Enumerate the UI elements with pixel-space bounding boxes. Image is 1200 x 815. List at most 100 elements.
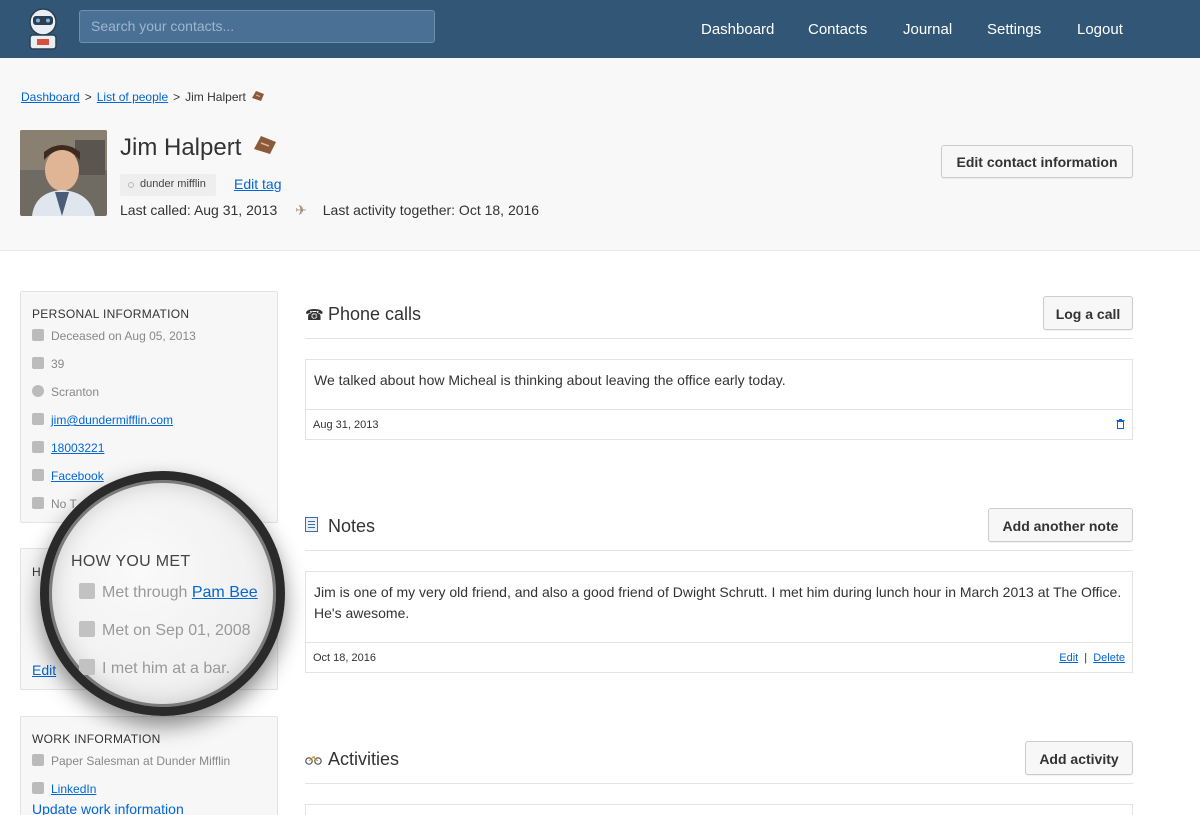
how-you-met-edit-link[interactable]: Edit — [32, 662, 56, 678]
phone-emoji-icon: ☎ — [305, 307, 324, 324]
note-footer: Oct 18, 2016 Edit | Delete — [306, 642, 1132, 672]
personal-information-title: PERSONAL INFORMATION — [32, 307, 190, 321]
breadcrumb-dashboard[interactable]: Dashboard — [21, 90, 80, 104]
notes-title: Notes — [328, 516, 376, 536]
met-on-row: Met on Sep 01, 2008 — [79, 621, 251, 640]
envelope-icon — [32, 413, 44, 425]
linkedin-icon — [32, 782, 44, 794]
facebook-row: Facebook — [32, 469, 104, 483]
job-row: Paper Salesman at Dunder Mifflin — [32, 754, 230, 768]
tag-label: dunder mifflin — [140, 178, 206, 190]
activity-entry — [305, 804, 1133, 815]
note-actions: Edit | Delete — [1059, 652, 1125, 664]
phone-call-footer: Aug 31, 2013 — [306, 409, 1132, 439]
hand-icon — [79, 583, 95, 599]
email-row: jim@dundermifflin.com — [32, 413, 173, 427]
phone-row: 18003221 — [32, 441, 104, 455]
age-row: 39 — [32, 357, 64, 371]
tag-badge[interactable]: dunder mifflin — [120, 174, 216, 196]
hourglass-icon — [79, 621, 95, 637]
nav-logout[interactable]: Logout — [1077, 21, 1123, 38]
last-activity-text: Last activity together: Oct 18, 2016 — [322, 202, 540, 218]
deceased-text: Deceased on Aug 05, 2013 — [51, 329, 196, 343]
city-row: Scranton — [32, 385, 99, 399]
how-you-met-title-short: H — [32, 565, 41, 579]
plane-icon: ✈ — [295, 202, 307, 218]
breadcrumb-separator: > — [84, 90, 92, 104]
add-activity-button[interactable]: Add activity — [1025, 741, 1133, 775]
breadcrumb: Dashboard > List of people > Jim Halpert — [21, 90, 265, 104]
search-input[interactable]: Search your contacts... — [79, 10, 435, 43]
note-actions-separator: | — [1084, 652, 1088, 664]
phone-call-entry: We talked about how Micheal is thinking … — [305, 359, 1133, 440]
last-called-text: Last called: Aug 31, 2013 — [120, 202, 278, 218]
globe-icon — [32, 385, 44, 397]
notepad-emoji-icon — [305, 517, 323, 536]
breadcrumb-current: Jim Halpert — [185, 90, 246, 104]
nav-settings[interactable]: Settings — [987, 21, 1041, 38]
section-divider — [305, 338, 1133, 339]
notes-heading: Notes — [305, 516, 375, 537]
bicycle-emoji-icon — [305, 752, 323, 769]
section-divider — [305, 783, 1133, 784]
edit-contact-button[interactable]: Edit contact information — [941, 145, 1133, 178]
cake-icon — [32, 357, 44, 369]
linkedin-link[interactable]: LinkedIn — [51, 782, 96, 796]
nav-dashboard[interactable]: Dashboard — [701, 21, 774, 38]
phone-link[interactable]: 18003221 — [51, 441, 104, 455]
nav-contacts[interactable]: Contacts — [808, 21, 867, 38]
met-note-row: I met him at a bar. — [79, 659, 230, 678]
edit-tag-link[interactable]: Edit tag — [234, 176, 281, 192]
email-link[interactable]: jim@dundermifflin.com — [51, 413, 173, 427]
nav-journal[interactable]: Journal — [903, 21, 952, 38]
phone-call-date: Aug 31, 2013 — [313, 419, 379, 431]
work-information-title: WORK INFORMATION — [32, 732, 161, 746]
magnifier-overlay: HOW YOU MET Met through Pam Bee Met on S… — [40, 471, 285, 716]
note-delete-link[interactable]: Delete — [1093, 652, 1125, 664]
met-through-link[interactable]: Pam Bee — [192, 584, 258, 601]
note-date: Oct 18, 2016 — [313, 652, 376, 664]
met-on-text: Met on Sep 01, 2008 — [102, 622, 251, 639]
coffin-icon — [254, 136, 277, 154]
phone-icon — [32, 441, 44, 453]
facebook-link[interactable]: Facebook — [51, 469, 104, 483]
how-you-met-title: HOW YOU MET — [71, 553, 191, 570]
job-text: Paper Salesman at Dunder Mifflin — [51, 754, 231, 768]
coffin-icon — [32, 329, 44, 341]
breadcrumb-list-of-people[interactable]: List of people — [97, 90, 168, 104]
met-through-row: Met through Pam Bee — [79, 583, 258, 602]
twitter-icon — [32, 497, 44, 509]
met-through-label: Met through — [102, 584, 188, 601]
avatar — [20, 130, 107, 216]
contact-name: Jim Halpert — [120, 134, 278, 162]
met-note-text: I met him at a bar. — [102, 660, 231, 677]
log-call-button[interactable]: Log a call — [1043, 296, 1133, 330]
trash-icon[interactable] — [1116, 419, 1125, 432]
deceased-row: Deceased on Aug 05, 2013 — [32, 329, 196, 343]
linkedin-row: LinkedIn — [32, 782, 96, 796]
phone-calls-heading: ☎ Phone calls — [305, 304, 421, 325]
phone-call-text: We talked about how Micheal is thinking … — [314, 372, 786, 388]
update-work-link[interactable]: Update work information — [32, 801, 184, 815]
activities-title: Activities — [328, 749, 400, 769]
facebook-icon — [32, 469, 44, 481]
building-icon — [32, 754, 44, 766]
phone-calls-title: Phone calls — [328, 304, 422, 324]
robot-logo[interactable] — [22, 6, 64, 52]
card-icon — [79, 659, 95, 675]
note-text: Jim is one of my very old friend, and al… — [314, 584, 1122, 621]
tag-dot-icon — [128, 182, 134, 188]
work-information-panel: WORK INFORMATION Paper Salesman at Dunde… — [20, 716, 278, 815]
add-note-button[interactable]: Add another note — [988, 508, 1133, 542]
activities-heading: Activities — [305, 749, 399, 770]
breadcrumb-separator: > — [173, 90, 181, 104]
contact-last-activity: Last called: Aug 31, 2013 ✈ Last activit… — [120, 202, 539, 219]
contact-name-text: Jim Halpert — [120, 134, 242, 161]
section-divider — [305, 550, 1133, 551]
age-text: 39 — [51, 357, 65, 371]
note-edit-link[interactable]: Edit — [1059, 652, 1078, 664]
top-navbar: Search your contacts... Dashboard Contac… — [0, 0, 1200, 58]
city-text: Scranton — [51, 385, 100, 399]
coffin-icon — [252, 91, 265, 101]
twitter-row: No T — [32, 497, 77, 511]
